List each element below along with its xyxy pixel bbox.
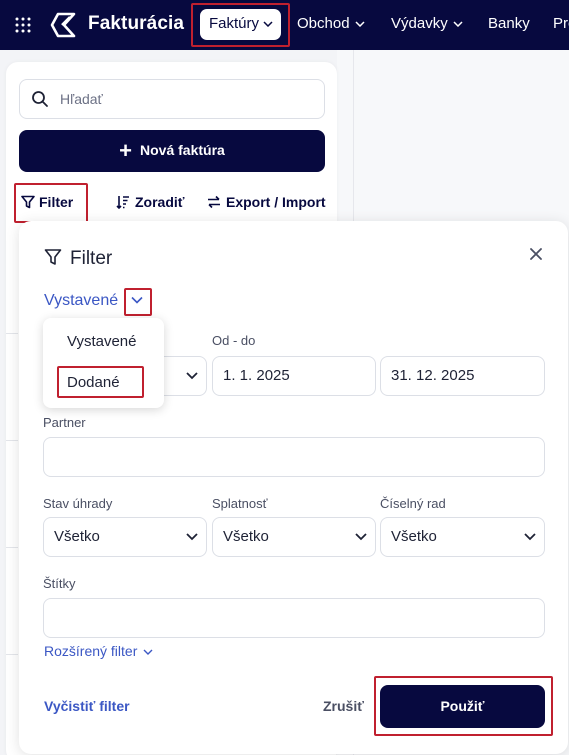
nav-item-label: Faktúry <box>209 15 260 32</box>
chevron-down-icon[interactable] <box>131 296 143 304</box>
chevron-down-icon <box>524 533 536 541</box>
search-icon <box>32 91 48 107</box>
invoice-type-select[interactable]: Vystavené <box>44 292 118 310</box>
cancel-button[interactable]: Zrušiť <box>323 698 364 714</box>
sort-button[interactable]: Zoradiť <box>116 194 185 210</box>
logo-icon[interactable] <box>50 11 78 39</box>
nav-item-obchod[interactable]: Obchod <box>297 15 365 32</box>
date-from-value: 1. 1. 2025 <box>223 367 290 384</box>
sort-icon <box>116 196 129 210</box>
apps-grid-icon[interactable] <box>14 16 32 34</box>
new-invoice-label: Nová faktúra <box>140 142 225 158</box>
due-select[interactable]: Všetko <box>212 517 376 557</box>
nav-item-pro[interactable]: Pro <box>553 15 569 32</box>
filter-icon <box>44 249 62 265</box>
modal-title-text: Filter <box>70 248 113 269</box>
series-value: Všetko <box>391 528 437 545</box>
top-navbar: Fakturácia Faktúry Obchod Výdavky Banky … <box>0 0 569 50</box>
advanced-filter-label: Rozšírený filter <box>44 643 138 659</box>
swap-arrows-icon <box>208 195 220 209</box>
nav-item-label: Výdavky <box>391 15 448 32</box>
sort-label: Zoradiť <box>135 194 185 210</box>
partner-label: Partner <box>43 415 86 430</box>
nav-item-label: Obchod <box>297 15 350 32</box>
apply-button[interactable]: Použiť <box>380 685 545 728</box>
dropdown-option-dodane[interactable]: Dodané <box>67 374 120 391</box>
tags-label: Štítky <box>43 576 76 591</box>
nav-item-label: Banky <box>488 15 530 32</box>
nav-item-faktury[interactable]: Faktúry <box>200 9 281 40</box>
advanced-filter-toggle[interactable]: Rozšírený filter <box>44 643 153 659</box>
plus-icon: + <box>119 138 133 163</box>
filter-icon <box>21 195 35 209</box>
export-import-button[interactable]: Export / Import <box>207 194 326 210</box>
search-box[interactable] <box>19 79 325 119</box>
export-import-label: Export / Import <box>226 194 326 210</box>
dropdown-option-vystavene[interactable]: Vystavené <box>67 333 137 350</box>
filter-button[interactable]: Filter <box>21 194 73 210</box>
date-to-value: 31. 12. 2025 <box>391 367 475 384</box>
payment-status-label: Stav úhrady <box>43 496 113 511</box>
filter-modal-title: Filter <box>44 248 112 270</box>
chevron-down-icon <box>263 21 273 28</box>
clear-filter-button[interactable]: Vyčistiť filter <box>44 698 130 714</box>
payment-status-select[interactable]: Všetko <box>43 517 207 557</box>
series-select[interactable]: Všetko <box>380 517 545 557</box>
list-row-divider <box>6 333 18 334</box>
chevron-down-icon <box>453 21 463 28</box>
date-range-label: Od - do <box>212 333 256 348</box>
series-label: Číselný rad <box>380 496 446 511</box>
close-icon[interactable] <box>528 246 544 262</box>
chevron-down-icon <box>186 372 198 380</box>
due-label: Splatnosť <box>212 496 268 511</box>
nav-item-label: Pro <box>553 15 569 32</box>
chevron-down-icon <box>186 533 198 541</box>
list-row-divider <box>6 654 18 655</box>
filter-label: Filter <box>39 194 74 210</box>
due-value: Všetko <box>223 528 269 545</box>
payment-status-value: Všetko <box>54 528 100 545</box>
chevron-down-icon <box>355 533 367 541</box>
new-invoice-button[interactable]: + Nová faktúra <box>19 130 325 172</box>
list-row-divider <box>6 440 18 441</box>
date-from-input[interactable]: 1. 1. 2025 <box>212 356 376 396</box>
date-to-input[interactable]: 31. 12. 2025 <box>380 356 545 396</box>
tags-input[interactable] <box>43 598 545 638</box>
chevron-down-icon <box>355 21 365 28</box>
nav-item-banky[interactable]: Banky <box>488 15 530 32</box>
chevron-down-icon <box>143 649 153 655</box>
list-row-divider <box>6 547 18 548</box>
search-input[interactable] <box>60 89 310 109</box>
partner-input[interactable] <box>43 437 545 477</box>
brand-name[interactable]: Fakturácia <box>88 13 184 35</box>
nav-item-vydavky[interactable]: Výdavky <box>391 15 463 32</box>
